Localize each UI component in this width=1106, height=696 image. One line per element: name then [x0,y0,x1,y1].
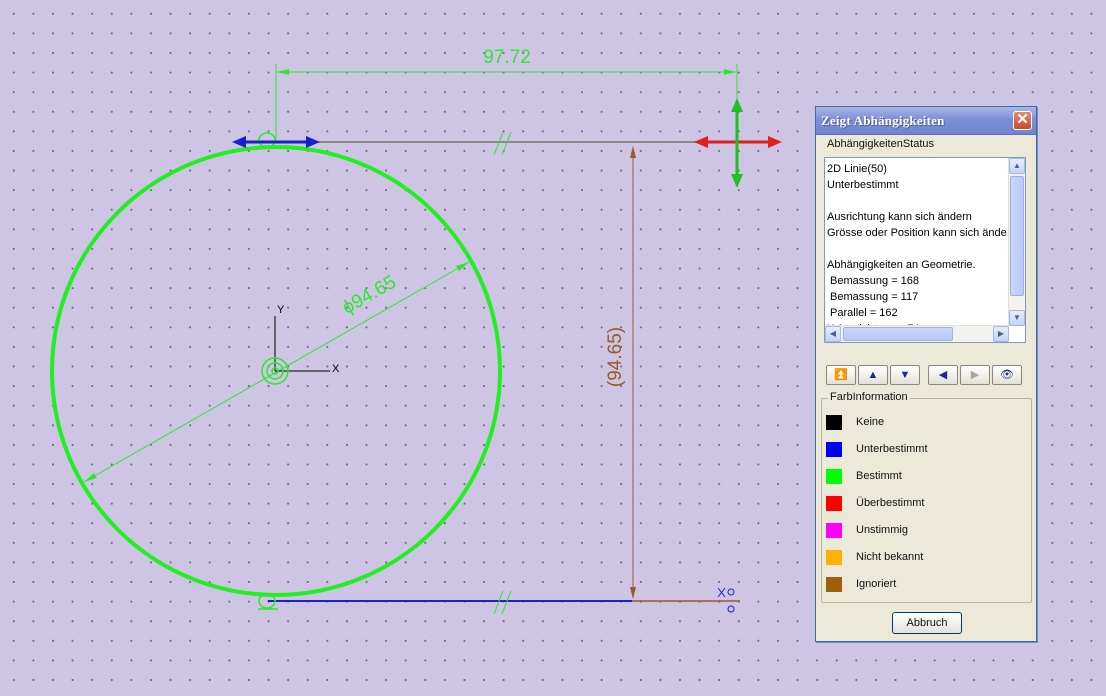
status-line: Parallel = 162 [827,307,898,319]
status-line: Abhängigkeiten an Geometrie. [827,259,976,271]
color-legend-label: Unterbestimmt [856,443,928,455]
close-button[interactable]: ✕ [1013,111,1032,130]
up-icon: ▲ [867,369,879,381]
axis-y-label: Y [277,304,285,316]
scroll-right-button[interactable]: ▶ [993,326,1009,342]
diameter-arrow-upper [456,262,469,271]
status-line: 2D Linie(50) [827,163,887,175]
height-dimension-label: (94.65) [605,327,626,387]
status-line [827,193,1007,209]
color-swatch [826,577,842,592]
color-legend-label: Ignoriert [856,578,897,590]
diameter-line [83,261,470,483]
width-dimension-label: 97.72 [483,47,531,68]
color-legend-label: Unstimmig [856,524,908,536]
color-swatch [826,523,842,538]
vertical-scrollbar[interactable]: ▲ ▼ [1008,158,1025,326]
color-group-label: FarbInformation [828,391,910,403]
width-dimension[interactable]: 97.72 [275,47,738,140]
top-parallel-mark [493,131,512,156]
status-line: Ausrichtung kann sich ändern [827,211,972,223]
height-dimension[interactable]: (94.65) [605,146,636,599]
dialog-titlebar[interactable]: Zeigt Abhängigkeiten ✕ [816,107,1036,135]
scroll-up-icon: ▲ [1013,161,1021,170]
down-icon: ▼ [899,369,911,381]
scroll-left-button[interactable]: ◀ [825,326,841,342]
bottom-parallel-mark [493,590,512,615]
color-swatch [826,442,842,457]
color-legend-label: Bestimmt [856,470,902,482]
scroll-left-icon: ◀ [829,329,837,338]
color-legend-label: Keine [856,416,885,428]
horizontal-scrollbar[interactable]: ◀ ▶ [825,325,1009,342]
coordinate-axes: Y X [274,304,340,375]
vertical-scroll-thumb[interactable] [1010,176,1024,296]
up-button[interactable]: ▲ [858,365,888,385]
color-info-groupbox: FarbInformation [821,391,1032,603]
left-icon: ◀ [938,369,948,381]
color-swatch [826,550,842,565]
eye-icon: 👁 [1000,369,1014,381]
right-button[interactable]: ▶ [960,365,990,385]
status-group-label: AbhängigkeitenStatus [825,138,937,150]
right-icon: ▶ [970,369,980,381]
diameter-arrow-lower [84,473,97,482]
height-arrow-bottom [630,587,636,599]
dependencies-dialog: Zeigt Abhängigkeiten ✕ AbhängigkeitenSta… [815,106,1037,642]
width-arrow-left [277,69,289,75]
first-button[interactable]: ⏫ [826,365,856,385]
color-legend-label: Nicht bekannt [856,551,924,563]
color-swatch [826,496,842,511]
status-line: Grösse oder Position kann sich ändern [827,227,1007,239]
status-lines: 2D Linie(50) Unterbestimmt Ausrichtung kan… [827,161,1007,327]
dialog-title: Zeigt Abhängigkeiten [821,113,945,128]
width-arrow-right [724,69,736,75]
view-button[interactable]: 👁 [992,365,1022,385]
color-swatch [826,469,842,484]
height-arrow-top [630,146,636,158]
endpoint-marker-icon[interactable] [717,587,735,613]
color-swatch [826,415,842,430]
scroll-down-icon: ▼ [1013,313,1021,322]
scroll-up-button[interactable]: ▲ [1009,158,1025,174]
first-icon: ⏫ [834,369,848,381]
scroll-down-button[interactable]: ▼ [1009,310,1025,326]
left-button[interactable]: ◀ [928,365,958,385]
scroll-right-icon: ▶ [997,329,1005,338]
status-line: Bemassung = 117 [827,291,919,303]
axis-x-label: X [332,363,340,375]
down-button[interactable]: ▼ [890,365,920,385]
diameter-dimension[interactable]: ϕ94.65 [83,261,470,483]
status-line: Bemassung = 168 [827,275,920,287]
color-legend-label: Überbestimmt [856,497,925,509]
horizontal-scroll-thumb[interactable] [843,327,953,341]
status-line: Unterbestimmt [827,179,899,191]
cancel-button[interactable]: Abbruch [892,612,962,634]
diameter-dimension-label: ϕ94.65 [339,272,400,319]
close-icon: ✕ [1016,111,1029,128]
status-listbox[interactable]: 2D Linie(50) Unterbestimmt Ausrichtung kan… [824,157,1026,343]
status-line [827,241,1007,257]
